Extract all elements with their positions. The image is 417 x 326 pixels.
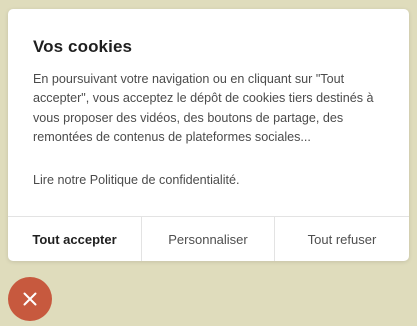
close-icon xyxy=(23,292,37,306)
dialog-title: Vos cookies xyxy=(33,37,133,56)
privacy-policy-link[interactable]: Lire notre Politique de confidentialité. xyxy=(33,171,240,190)
accept-all-button[interactable]: Tout accepter xyxy=(8,217,141,261)
refuse-all-button[interactable]: Tout refuser xyxy=(275,217,409,261)
close-button[interactable] xyxy=(8,277,52,321)
dialog-actions: Tout accepter Personnaliser Tout refuser xyxy=(8,216,409,261)
cookie-consent-dialog: Vos cookies En poursuivant votre navigat… xyxy=(8,9,409,261)
customize-button[interactable]: Personnaliser xyxy=(141,217,275,261)
dialog-description: En poursuivant votre navigation ou en cl… xyxy=(33,72,374,145)
